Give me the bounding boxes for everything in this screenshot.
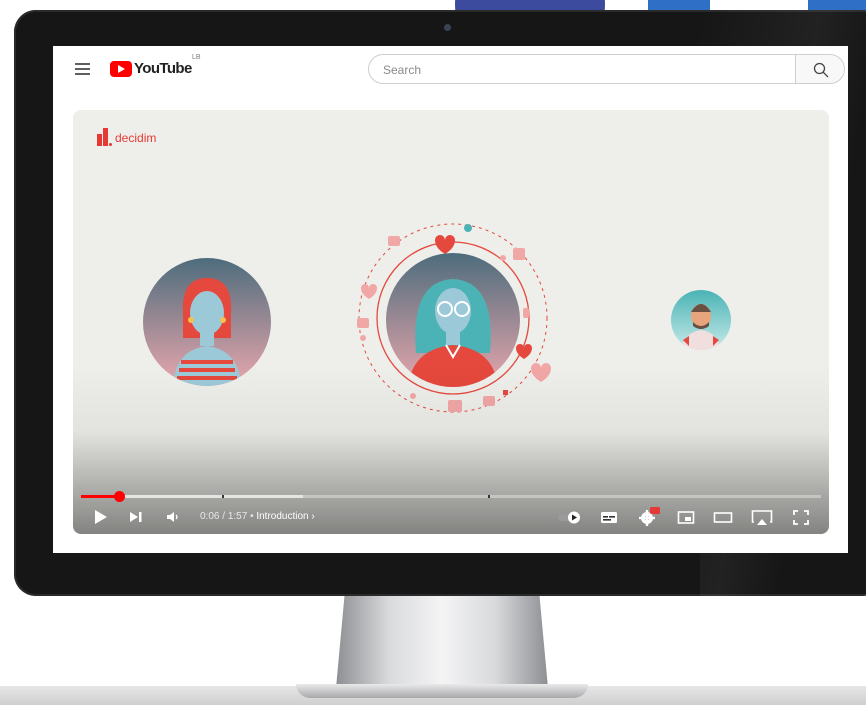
autoplay-toggle[interactable] bbox=[557, 507, 583, 527]
video-progress-bar[interactable] bbox=[81, 491, 821, 502]
duration: 1:57 bbox=[227, 511, 248, 522]
chapter-title[interactable]: Introduction bbox=[256, 511, 308, 522]
autoplay-toggle-icon bbox=[558, 511, 580, 524]
mute-button[interactable] bbox=[165, 507, 181, 527]
search-box bbox=[368, 54, 795, 85]
decidim-logo: decidim bbox=[97, 126, 156, 146]
chapter-marker bbox=[488, 495, 490, 498]
youtube-logo-text: YouTube bbox=[134, 60, 192, 77]
theater-mode-icon bbox=[713, 512, 733, 523]
theater-mode-button[interactable] bbox=[713, 507, 733, 527]
region-code: LB bbox=[192, 54, 201, 61]
miniplayer-icon bbox=[677, 511, 695, 524]
monitor-screen: YouTube LB decidim bbox=[53, 46, 848, 553]
current-time: 0:06 bbox=[200, 511, 220, 522]
person-avatar-right bbox=[671, 290, 731, 350]
settings-button[interactable] bbox=[638, 507, 660, 527]
decidim-bars-icon bbox=[97, 126, 112, 146]
scrubber-handle[interactable] bbox=[113, 491, 125, 502]
airplay-button[interactable] bbox=[751, 507, 773, 527]
video-player[interactable]: decidim 0:06 / 1:57 • Introduction › bbox=[73, 110, 829, 534]
search-icon bbox=[813, 62, 829, 78]
monitor-stand bbox=[336, 596, 548, 688]
monitor-base bbox=[296, 684, 588, 698]
time-display: 0:06 / 1:57 • Introduction › bbox=[200, 511, 315, 522]
youtube-logo[interactable]: YouTube bbox=[110, 60, 192, 77]
next-button[interactable] bbox=[128, 507, 144, 527]
miniplayer-button[interactable] bbox=[677, 507, 695, 527]
next-icon bbox=[130, 512, 142, 522]
webcam-icon bbox=[444, 24, 451, 31]
airplay-icon bbox=[751, 510, 773, 525]
chapter-marker bbox=[221, 495, 224, 498]
fullscreen-icon bbox=[793, 510, 809, 525]
hamburger-menu-icon[interactable] bbox=[75, 63, 90, 75]
search-button[interactable] bbox=[795, 54, 845, 84]
play-button[interactable] bbox=[93, 507, 109, 527]
fullscreen-button[interactable] bbox=[792, 507, 810, 527]
chevron-right-icon: › bbox=[311, 511, 315, 522]
youtube-play-logo-icon bbox=[110, 60, 132, 77]
decidim-brand-text: decidim bbox=[115, 131, 157, 145]
captions-icon bbox=[601, 512, 617, 523]
captions-button[interactable] bbox=[600, 507, 618, 527]
settings-gear-icon bbox=[639, 507, 660, 526]
volume-icon bbox=[167, 512, 178, 522]
play-icon bbox=[95, 510, 107, 524]
search-input[interactable] bbox=[381, 55, 785, 85]
